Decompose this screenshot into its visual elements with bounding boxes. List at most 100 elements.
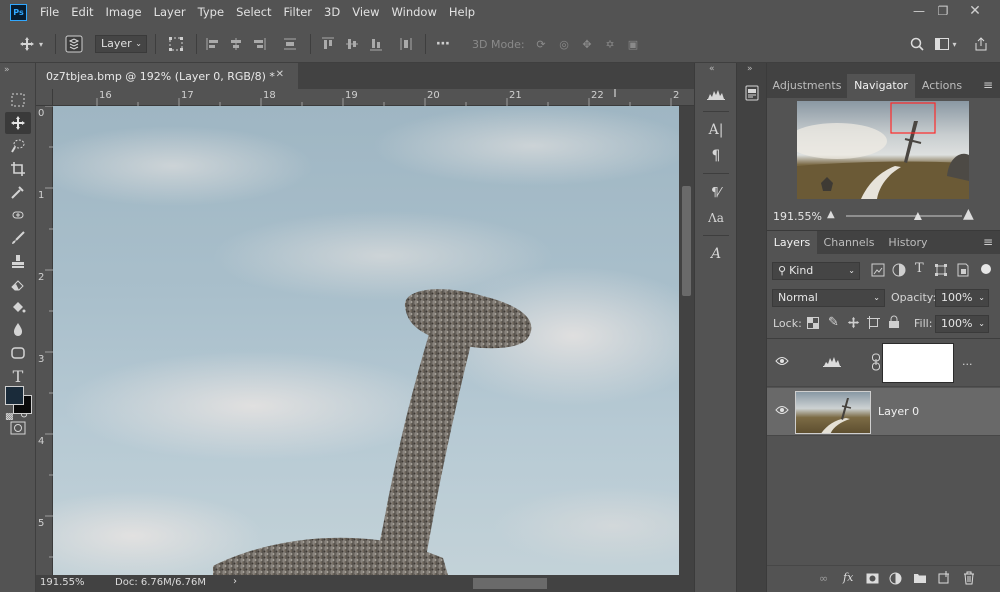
align-top-icon[interactable]	[318, 33, 338, 55]
search-icon[interactable]	[906, 33, 928, 55]
layer-row-layer-0[interactable]: Layer 0	[767, 388, 1000, 436]
zoom-level[interactable]: 191.55%	[40, 577, 85, 588]
distribute-vertical-icon[interactable]	[396, 33, 416, 55]
healing-brush-tool-icon[interactable]	[5, 204, 31, 226]
document-tab[interactable]: 0z7tbjea.bmp @ 192% (Layer 0, RGB/8) * ✕	[36, 63, 298, 89]
layer-name[interactable]: Layer 0	[878, 405, 919, 418]
link-layers-icon[interactable]: ∞	[819, 572, 828, 585]
layer-visibility-eye-icon[interactable]	[775, 404, 789, 418]
histogram-icon[interactable]	[704, 83, 728, 105]
fx-layer-style-icon[interactable]: fx	[843, 571, 853, 584]
brush-tool-icon[interactable]	[5, 227, 31, 249]
menu-type[interactable]: Type	[192, 0, 230, 25]
layer-mask-thumbnail[interactable]	[882, 343, 954, 383]
lock-transparent-pixels-icon[interactable]	[807, 317, 819, 329]
align-center-icon[interactable]	[226, 33, 246, 55]
menu-view[interactable]: View	[346, 0, 385, 25]
layer-row-adjustment[interactable]: ...	[767, 339, 1000, 387]
transform-controls-icon[interactable]	[164, 33, 188, 55]
ruler-origin[interactable]	[36, 89, 53, 106]
lock-image-pixels-icon[interactable]: ✎	[828, 315, 839, 330]
filter-smart-object-icon[interactable]	[956, 263, 970, 277]
filter-adjustment-icon[interactable]	[892, 263, 906, 277]
quick-selection-tool-icon[interactable]	[5, 135, 31, 157]
layer-name[interactable]: ...	[962, 355, 973, 368]
navigator-zoom-value[interactable]: 191.55%	[773, 210, 822, 223]
filter-pixel-icon[interactable]	[871, 263, 885, 277]
expand-panels-icon[interactable]: »	[747, 64, 753, 74]
layer-mask-link-icon[interactable]	[871, 353, 881, 371]
menu-edit[interactable]: Edit	[65, 0, 99, 25]
3d-roll-icon[interactable]: ◎	[554, 33, 574, 55]
properties-panel-icon[interactable]	[742, 83, 762, 103]
share-icon[interactable]	[970, 33, 992, 55]
navigator-thumbnail[interactable]	[797, 101, 969, 199]
lock-artboard-icon[interactable]	[867, 316, 880, 329]
new-group-icon[interactable]	[913, 572, 927, 584]
quick-mask-icon[interactable]	[5, 417, 31, 439]
zoom-in-icon[interactable]: ▲	[963, 206, 974, 222]
character-panel-icon[interactable]: A|	[704, 119, 728, 141]
navigator-zoom-slider[interactable]	[846, 212, 962, 220]
tab-layers[interactable]: Layers	[767, 231, 817, 255]
3d-camera-icon[interactable]: ▣	[623, 33, 643, 55]
clone-stamp-tool-icon[interactable]	[5, 250, 31, 272]
foreground-color-swatch[interactable]	[5, 386, 24, 405]
paragraph-styles-icon[interactable]: ¶⁄	[704, 181, 728, 203]
3d-orbit-icon[interactable]: ⟳	[531, 33, 551, 55]
collapse-strip-icon[interactable]: «	[709, 64, 715, 74]
auto-select-icon[interactable]	[62, 33, 86, 55]
add-mask-icon[interactable]	[866, 573, 879, 584]
menu-3d[interactable]: 3D	[318, 0, 346, 25]
layers-panel-menu-icon[interactable]: ≡	[983, 235, 993, 249]
opacity-field[interactable]: 100% ⌄	[935, 289, 989, 307]
lock-position-icon[interactable]	[847, 316, 860, 329]
menu-file[interactable]: File	[34, 0, 65, 25]
zoom-out-icon[interactable]: ▲	[827, 209, 835, 220]
align-bottom-icon[interactable]	[366, 33, 386, 55]
navigator-zoom-knob[interactable]	[913, 212, 922, 220]
paragraph-panel-icon[interactable]: ¶	[704, 145, 728, 167]
align-right-icon[interactable]	[249, 33, 269, 55]
type-tool-icon[interactable]: T	[5, 365, 31, 387]
menu-select[interactable]: Select	[230, 0, 277, 25]
paint-bucket-tool-icon[interactable]	[5, 296, 31, 318]
eyedropper-tool-icon[interactable]	[5, 181, 31, 203]
blur-tool-icon[interactable]	[5, 319, 31, 341]
more-options-icon[interactable]: ⋯	[432, 33, 454, 55]
panel-menu-icon[interactable]: ≡	[983, 78, 993, 92]
tab-history[interactable]: History	[881, 231, 935, 255]
eraser-tool-icon[interactable]	[5, 273, 31, 295]
character-styles-icon[interactable]: Λa	[704, 207, 728, 229]
3d-pan-icon[interactable]: ✥	[577, 33, 597, 55]
blend-mode-dropdown[interactable]: Normal ⌄	[772, 289, 885, 307]
fill-field[interactable]: 100% ⌄	[935, 315, 989, 333]
filter-shape-icon[interactable]	[934, 263, 948, 277]
distribute-icon[interactable]	[280, 33, 300, 55]
vertical-scrollbar[interactable]	[679, 106, 694, 575]
tab-navigator[interactable]: Navigator	[847, 74, 915, 98]
tab-actions[interactable]: Actions	[915, 74, 969, 98]
menu-layer[interactable]: Layer	[148, 0, 192, 25]
auto-select-target-dropdown[interactable]: Layer ⌄	[95, 35, 147, 53]
filter-toggle-icon[interactable]	[981, 264, 991, 274]
move-tool-icon[interactable]	[5, 112, 31, 134]
minimize-icon[interactable]: —	[906, 0, 932, 22]
menu-help[interactable]: Help	[443, 0, 481, 25]
move-tool-preset-icon[interactable]: ▾	[14, 33, 48, 55]
layer-thumbnail[interactable]	[795, 391, 871, 434]
shape-tool-icon[interactable]	[5, 342, 31, 364]
3d-slide-icon[interactable]: ✡	[600, 33, 620, 55]
document-canvas[interactable]	[53, 106, 679, 575]
close-tab-icon[interactable]: ✕	[276, 69, 284, 80]
new-adjustment-layer-icon[interactable]	[889, 572, 902, 585]
scrollbar-thumb[interactable]	[682, 186, 691, 296]
workspace-icon[interactable]: ▾	[932, 33, 960, 55]
collapse-toolbar-icon[interactable]: »	[4, 65, 10, 75]
crop-tool-icon[interactable]	[5, 158, 31, 180]
tab-channels[interactable]: Channels	[817, 231, 881, 255]
align-left-icon[interactable]	[203, 33, 223, 55]
tab-adjustments[interactable]: Adjustments	[767, 74, 847, 98]
horizontal-scrollbar-thumb[interactable]	[473, 578, 547, 589]
menu-filter[interactable]: Filter	[278, 0, 318, 25]
